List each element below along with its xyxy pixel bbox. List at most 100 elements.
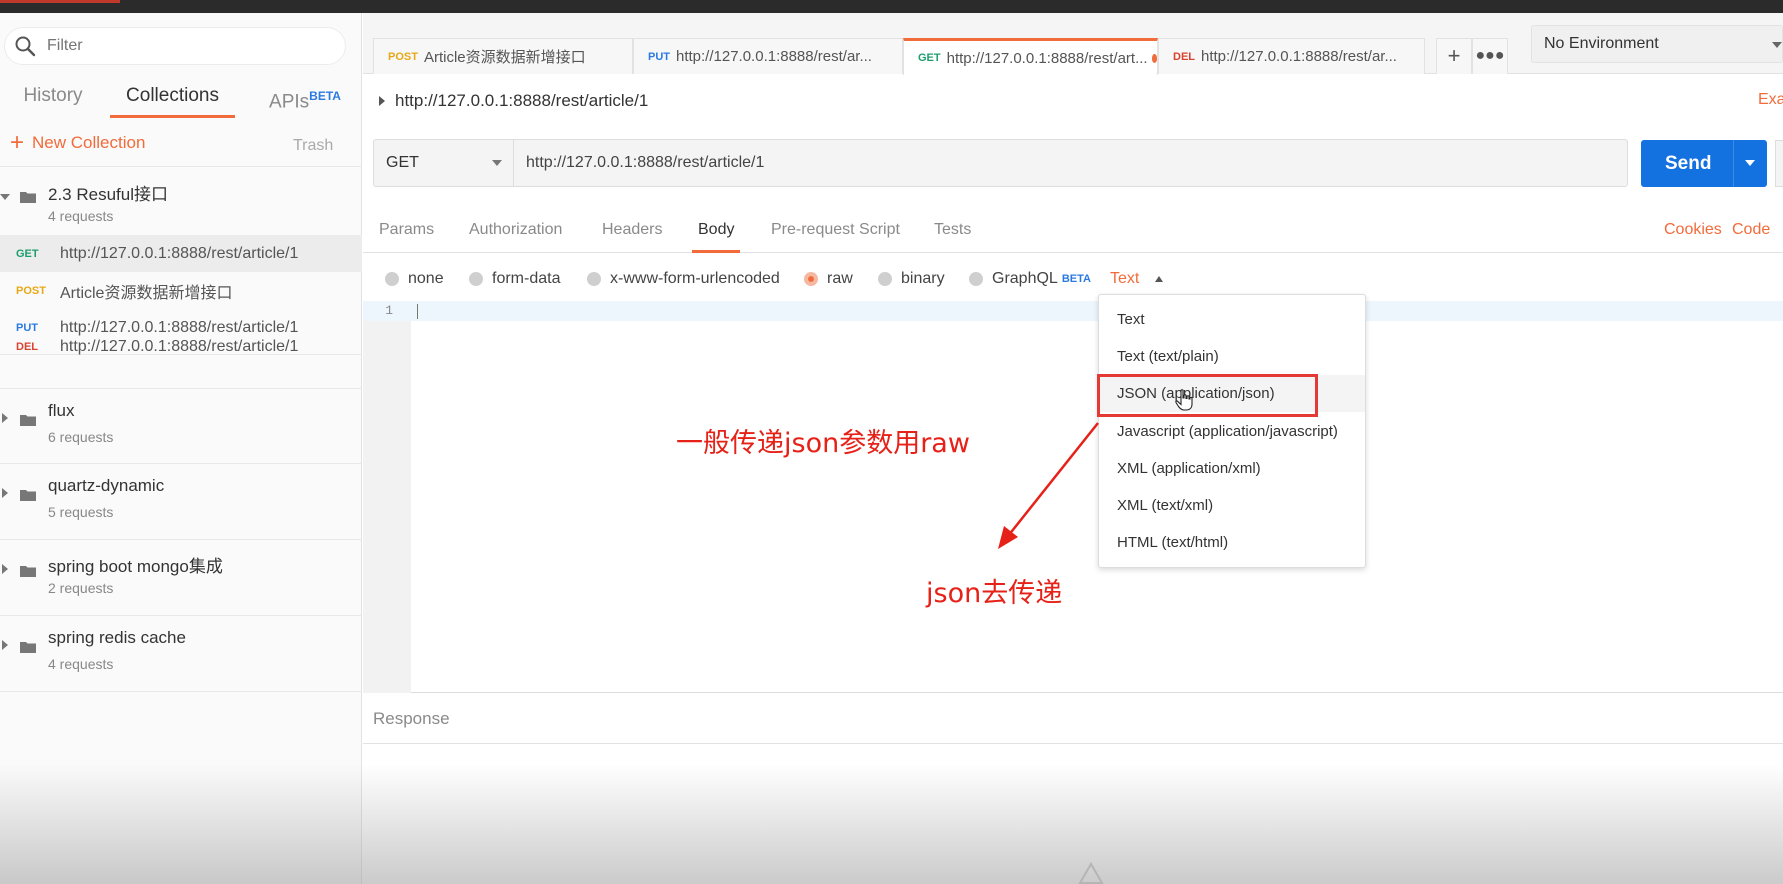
body-option-binary[interactable]: binary [878, 270, 945, 288]
request-tab[interactable]: DEL http://127.0.0.1:8888/rest/ar... [1158, 38, 1425, 74]
collection-count: 4 requests [48, 208, 114, 224]
send-button[interactable]: Send [1641, 140, 1767, 187]
dropdown-option[interactable]: Text (text/plain) [1099, 338, 1365, 375]
top-accent [0, 0, 120, 3]
annotation-raw-note: 一般传递json参数用raw [676, 428, 970, 459]
folder-icon [20, 642, 36, 653]
new-collection-button[interactable]: + New Collection [10, 131, 145, 155]
chevron-down-icon [492, 160, 502, 166]
caret-right-icon[interactable] [2, 640, 8, 650]
chevron-down-icon [1772, 42, 1782, 48]
tab-body[interactable]: Body [691, 221, 742, 253]
code-link[interactable]: Code [1732, 221, 1770, 239]
body-type-select[interactable]: Text [1110, 270, 1164, 288]
send-label: Send [1665, 153, 1712, 174]
sidebar-tabs: History Collections APIsBETA [0, 77, 362, 121]
annotation-highlight-box [1097, 374, 1318, 417]
editor-active-line [363, 301, 1783, 321]
caret-right-icon[interactable] [2, 488, 8, 498]
window-top-bar [0, 0, 1783, 13]
collection-item[interactable]: 2.3 Resuful接口 4 requests GET http://127.… [0, 168, 362, 355]
tab-label: http://127.0.0.1:8888/rest/ar... [676, 48, 872, 65]
request-item[interactable]: DEL http://127.0.0.1:8888/rest/article/1 [0, 328, 362, 365]
request-url: Article资源数据新增接口 [60, 284, 233, 302]
new-tab-button[interactable]: + [1436, 38, 1472, 74]
environment-select[interactable]: No Environment [1531, 25, 1783, 63]
method-badge: DEL [1173, 50, 1195, 63]
request-tab-active[interactable]: GET http://127.0.0.1:8888/rest/art... [903, 38, 1158, 75]
body-option-form-data[interactable]: form-data [469, 270, 560, 288]
filter-box[interactable] [4, 27, 346, 65]
option-label: raw [827, 270, 853, 287]
beta-badge: BETA [309, 89, 341, 103]
sidebar-actions: + New Collection Trash [0, 123, 362, 167]
tab-authorization[interactable]: Authorization [469, 221, 562, 239]
collection-item[interactable]: flux 6 requests [0, 388, 362, 464]
cookies-link[interactable]: Cookies [1664, 221, 1722, 239]
caret-right-icon[interactable] [2, 413, 8, 423]
request-tab[interactable]: PUT http://127.0.0.1:8888/rest/ar... [633, 38, 903, 74]
trash-button[interactable]: Trash [293, 137, 333, 155]
option-label: none [408, 270, 444, 287]
chevron-up-icon [1155, 276, 1164, 282]
dropdown-option[interactable]: Javascript (application/javascript) [1099, 413, 1365, 450]
collection-count: 4 requests [48, 656, 114, 672]
method-label: GET [386, 154, 419, 171]
annotation-json-note: json去传递 [926, 578, 1063, 609]
request-item[interactable]: GET http://127.0.0.1:8888/rest/article/1 [0, 235, 362, 272]
filter-input[interactable] [47, 37, 327, 55]
collection-name: spring redis cache [48, 628, 186, 647]
breadcrumb[interactable]: http://127.0.0.1:8888/rest/article/1 [379, 91, 648, 111]
option-label: binary [901, 270, 945, 287]
collection-count: 5 requests [48, 504, 114, 520]
method-badge: POST [388, 50, 418, 63]
collection-item[interactable]: quartz-dynamic 5 requests [0, 464, 362, 540]
collection-name: flux [48, 401, 75, 420]
caret-right-icon[interactable] [2, 564, 8, 574]
method-select[interactable]: GET [374, 140, 514, 186]
save-button-partial[interactable] [1775, 140, 1783, 187]
tab-headers[interactable]: Headers [602, 221, 662, 239]
tab-history[interactable]: History [18, 77, 88, 121]
url-input[interactable] [514, 140, 1627, 186]
collection-item[interactable]: spring redis cache 4 requests [0, 616, 362, 692]
collection-item[interactable]: spring boot mongo集成 2 requests [0, 540, 362, 616]
dropdown-option[interactable]: XML (application/xml) [1099, 450, 1365, 487]
tab-tests[interactable]: Tests [934, 221, 971, 239]
tab-label: Article资源数据新增接口 [423, 49, 586, 66]
more-tabs-button[interactable]: ●●● [1472, 38, 1508, 74]
request-tab[interactable]: POST Article资源数据新增接口 [373, 38, 633, 74]
radio-icon [385, 272, 399, 286]
beta-badge: BETA [1061, 273, 1091, 285]
tab-params[interactable]: Params [379, 221, 434, 239]
method-badge: GET [16, 247, 39, 260]
dropdown-option[interactable]: HTML (text/html) [1099, 524, 1365, 561]
body-option-raw[interactable]: raw [804, 270, 853, 288]
caret-right-icon [379, 96, 385, 106]
body-option-urlencoded[interactable]: x-www-form-urlencoded [587, 270, 780, 288]
radio-icon [469, 272, 483, 286]
dropdown-option[interactable]: XML (text/xml) [1099, 487, 1365, 524]
radio-icon [878, 272, 892, 286]
option-label: x-www-form-urlencoded [610, 270, 780, 287]
section-tabs: Params Authorization Headers Body Pre-re… [363, 209, 1783, 253]
tab-apis[interactable]: APIsBETA [265, 77, 345, 121]
caret-down-icon[interactable] [0, 194, 10, 200]
tab-collections[interactable]: Collections [110, 77, 235, 121]
body-option-graphql[interactable]: GraphQL BETA [969, 270, 1091, 288]
request-item[interactable]: POST Article资源数据新增接口 [0, 272, 362, 309]
radio-icon [587, 272, 601, 286]
chevron-down-icon[interactable] [1745, 160, 1755, 166]
option-label: form-data [492, 270, 561, 287]
editor-gutter [363, 301, 411, 693]
body-type-label: Text [1110, 270, 1140, 287]
radio-checked-icon [804, 272, 818, 286]
response-panel: Response [363, 693, 1783, 744]
tab-apis-label: APIs [269, 91, 310, 113]
dropdown-option[interactable]: Text [1099, 301, 1365, 338]
examples-link[interactable]: Exa [1758, 91, 1783, 109]
annotation-arrow [998, 422, 1099, 549]
body-option-none[interactable]: none [385, 270, 444, 288]
method-badge: GET [918, 52, 941, 64]
tab-pre-request-script[interactable]: Pre-request Script [771, 221, 900, 239]
